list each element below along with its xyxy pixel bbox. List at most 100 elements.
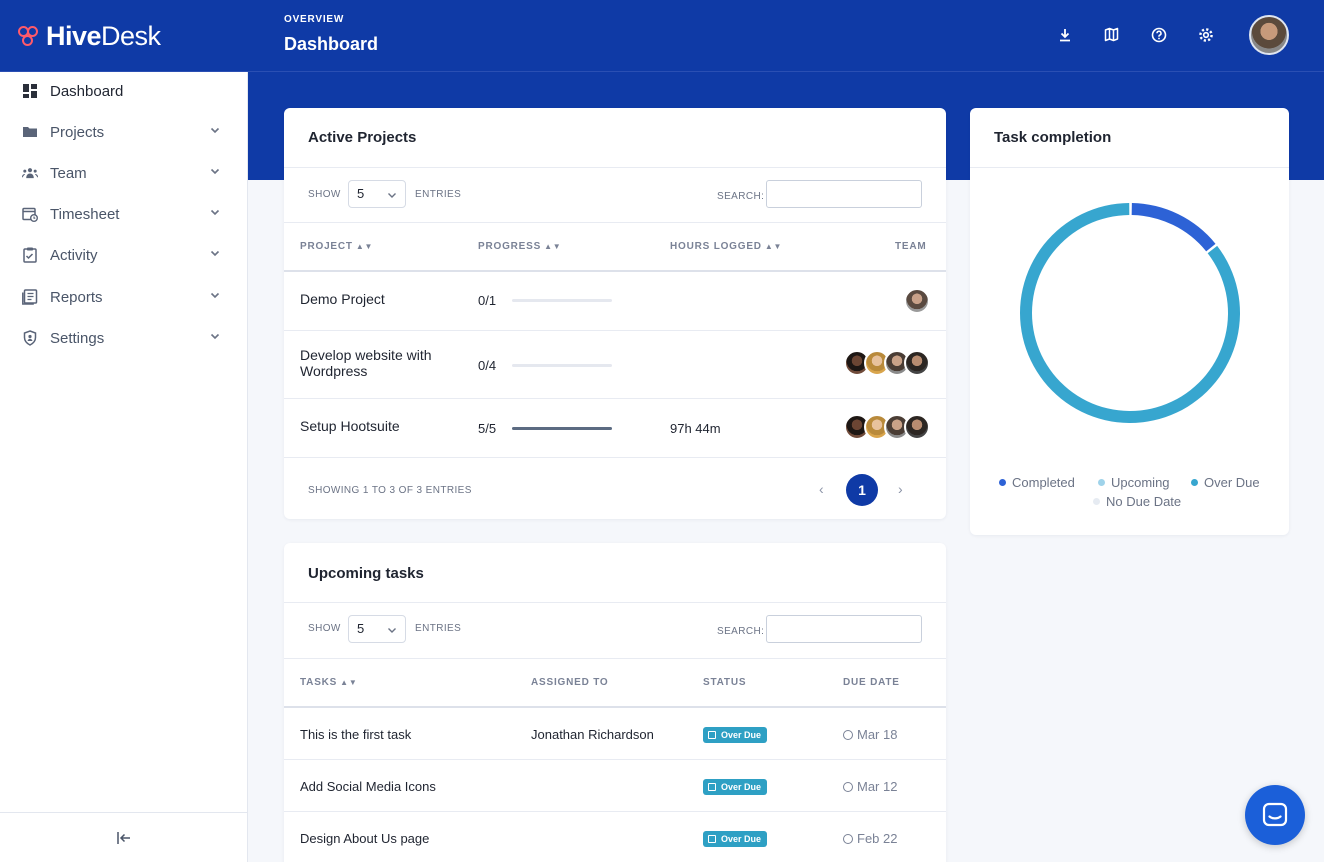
legend-over-due[interactable]: Over Due	[1191, 475, 1260, 490]
settings-icon[interactable]	[1197, 26, 1214, 43]
page-size-select[interactable]: 5	[348, 615, 406, 643]
project-name[interactable]: Setup Hootsuite	[300, 418, 400, 434]
chat-icon	[1262, 802, 1288, 827]
team-avatars[interactable]	[844, 414, 930, 440]
project-name[interactable]: Demo Project	[300, 291, 385, 307]
column-header-project[interactable]: PROJECT ▲▼	[300, 241, 373, 252]
upcoming-tasks-card: Upcoming tasks SHOW 5 ENTRIES SEARCH: TA…	[284, 543, 946, 862]
show-label: SHOW	[308, 623, 341, 634]
sort-icon: ▲▼	[764, 242, 783, 251]
collapse-sidebar-button[interactable]	[0, 812, 247, 862]
chevron-down-icon	[210, 127, 220, 134]
logo[interactable]: HiveDesk	[18, 20, 161, 52]
legend-dot	[999, 479, 1006, 486]
assignee: Jonathan Richardson	[531, 727, 654, 742]
search-label: SEARCH:	[717, 191, 765, 202]
task-name[interactable]: Design About Us page	[300, 831, 429, 846]
search-input[interactable]	[766, 615, 922, 643]
sidebar-item-timesheet[interactable]: Timesheet	[0, 196, 247, 232]
progress-bar	[512, 299, 612, 302]
page-size-value: 5	[357, 186, 365, 201]
clock-icon	[843, 730, 853, 740]
due-date: Mar 12	[843, 779, 897, 794]
column-header-hours[interactable]: HOURS LOGGED ▲▼	[670, 241, 782, 252]
search-input[interactable]	[766, 180, 922, 208]
page-size-select[interactable]: 5	[348, 180, 406, 208]
card-title: Active Projects	[308, 129, 417, 146]
reports-icon	[22, 289, 38, 305]
team-avatars[interactable]	[844, 350, 930, 376]
sidebar-item-projects[interactable]: Projects	[0, 114, 247, 150]
donut-slice-completed[interactable]	[1131, 203, 1216, 252]
sidebar-item-label: Projects	[50, 123, 105, 141]
legend-completed[interactable]: Completed	[999, 475, 1075, 490]
sidebar-item-dashboard[interactable]: Dashboard	[0, 73, 247, 109]
sidebar-item-label: Reports	[50, 288, 103, 306]
progress-bar	[512, 427, 612, 430]
legend-upcoming[interactable]: Upcoming	[1098, 475, 1170, 490]
page-button-1[interactable]: 1	[846, 474, 878, 506]
avatar	[904, 288, 930, 314]
hivedesk-logo-icon	[18, 24, 42, 48]
sidebar-item-team[interactable]: Team	[0, 155, 247, 191]
top-bar: HiveDesk OVERVIEW Dashboard	[0, 0, 1324, 72]
prev-page-button[interactable]: ‹	[819, 481, 824, 497]
page-overline: OVERVIEW	[284, 14, 345, 25]
sidebar-item-label: Timesheet	[50, 205, 120, 223]
sidebar-item-reports[interactable]: Reports	[0, 279, 247, 315]
search-label: SEARCH:	[717, 626, 765, 637]
chevron-down-icon	[388, 628, 396, 633]
task-name[interactable]: Add Social Media Icons	[300, 779, 436, 794]
avatar	[904, 350, 930, 376]
page-heading: OVERVIEW Dashboard	[284, 14, 378, 55]
map-icon[interactable]	[1103, 26, 1120, 43]
sidebar-item-label: Activity	[50, 246, 98, 264]
status-badge: Over Due	[703, 779, 768, 795]
entries-label: ENTRIES	[415, 189, 462, 200]
active-projects-card: Active Projects SHOW 5 ENTRIES SEARCH: P…	[284, 108, 946, 519]
help-icon[interactable]	[1150, 26, 1167, 43]
card-title: Task completion	[994, 129, 1112, 146]
entries-summary: SHOWING 1 TO 3 OF 3 ENTRIES	[308, 485, 472, 496]
due-date: Mar 18	[843, 727, 897, 742]
legend-no-due-date[interactable]: No Due Date	[1093, 494, 1181, 509]
legend-dot	[1093, 498, 1100, 505]
status-badge: Over Due	[703, 727, 768, 743]
user-avatar[interactable]	[1249, 15, 1289, 55]
column-header-team: TEAM	[895, 241, 927, 252]
clock-icon	[843, 782, 853, 792]
chevron-down-icon	[210, 333, 220, 340]
chevron-down-icon	[210, 209, 220, 216]
team-icon	[22, 165, 38, 181]
sidebar-item-settings[interactable]: Settings	[0, 320, 247, 356]
folder-icon	[22, 124, 38, 140]
dashboard-icon	[22, 83, 38, 99]
card-title: Upcoming tasks	[308, 565, 424, 582]
chevron-down-icon	[210, 292, 220, 299]
progress-text: 0/1	[478, 293, 497, 308]
chevron-down-icon	[210, 168, 220, 175]
sidebar-item-activity[interactable]: Activity	[0, 237, 247, 273]
chat-launcher-button[interactable]	[1245, 785, 1305, 845]
task-completion-card: Task completion Completed Upcoming Over …	[970, 108, 1289, 535]
sidebar-item-label: Team	[50, 164, 87, 182]
sort-icon: ▲▼	[544, 242, 562, 251]
column-header-due-date: DUE DATE	[843, 677, 900, 688]
calendar-icon	[708, 835, 716, 843]
activity-icon	[22, 247, 38, 263]
chevron-down-icon	[388, 193, 396, 198]
page-size-value: 5	[357, 621, 365, 636]
download-icon[interactable]	[1056, 26, 1073, 43]
legend-dot	[1191, 479, 1198, 486]
timesheet-icon	[22, 206, 38, 222]
team-avatars[interactable]	[904, 288, 930, 314]
project-name[interactable]: Develop website with Wordpress	[300, 347, 470, 379]
sort-icon: ▲▼	[340, 678, 358, 687]
calendar-icon	[708, 731, 716, 739]
task-name[interactable]: This is the first task	[300, 727, 411, 742]
column-header-tasks[interactable]: TASKS ▲▼	[300, 677, 358, 688]
task-completion-donut-chart	[1020, 203, 1240, 423]
next-page-button[interactable]: ›	[898, 481, 903, 497]
sidebar: Dashboard Projects Team Timesheet Activi…	[0, 72, 248, 862]
column-header-progress[interactable]: PROGRESS ▲▼	[478, 241, 562, 252]
